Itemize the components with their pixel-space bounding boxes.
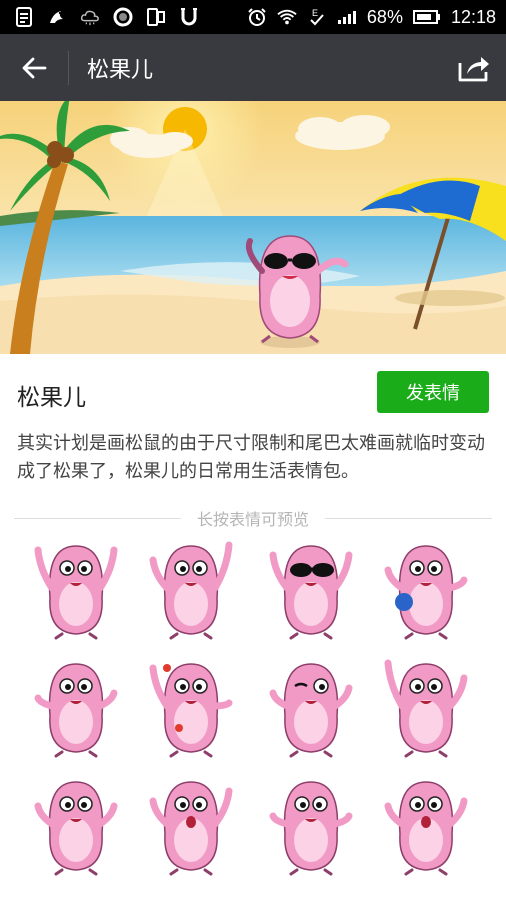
- tablet-icon: [146, 7, 166, 27]
- sticker-shrug[interactable]: [26, 776, 126, 876]
- sticker-thumbs-up[interactable]: [261, 776, 361, 876]
- preview-hint: 长按表情可预览: [14, 506, 493, 530]
- sticker-sunglasses[interactable]: [261, 540, 361, 640]
- sticker-wave[interactable]: [26, 540, 126, 640]
- sticker-surprised[interactable]: [141, 776, 241, 876]
- sticker-flowers[interactable]: [141, 658, 241, 758]
- app-bar: 松果儿: [0, 34, 506, 101]
- wifi-icon: [277, 7, 297, 27]
- pack-title: 松果儿: [17, 385, 86, 411]
- circle-icon: [113, 7, 133, 27]
- u-icon: [179, 7, 199, 27]
- hint-divider-right: [325, 517, 493, 519]
- svg-text:E: E: [312, 8, 318, 18]
- document-icon: [14, 7, 34, 27]
- hint-divider-left: [14, 517, 181, 519]
- cloud-icon: [80, 7, 100, 27]
- clock: 12:18: [450, 6, 496, 27]
- banner-image: [0, 101, 506, 354]
- battery-percent: 68%: [366, 6, 403, 27]
- sticker-thinking[interactable]: [26, 658, 126, 758]
- alarm-icon: [247, 7, 267, 27]
- share-button[interactable]: [442, 34, 506, 101]
- page-title: 松果儿: [87, 57, 154, 83]
- bird-icon: [47, 7, 67, 27]
- back-button[interactable]: [0, 34, 68, 101]
- hint-text: 长按表情可预览: [197, 510, 310, 529]
- data-check-icon: E: [307, 7, 327, 27]
- sticker-worried[interactable]: [376, 776, 476, 876]
- pack-description: 其实计划是画松鼠的由于尺寸限制和尾巴太难画就临时变动成了松果了，松果儿的日常用生…: [17, 433, 485, 482]
- sticker-wink[interactable]: [261, 658, 361, 758]
- notification-icons: [0, 7, 199, 27]
- share-icon: [458, 56, 489, 81]
- system-icons: E 68% 12:18: [247, 7, 506, 28]
- send-sticker-button[interactable]: 发表情: [377, 371, 489, 413]
- battery-icon: [412, 7, 441, 27]
- sticker-holding-ball[interactable]: [376, 540, 476, 640]
- status-bar: E 68% 12:18: [0, 0, 506, 34]
- arrow-left-icon: [22, 57, 47, 78]
- sticker-cheer[interactable]: [141, 540, 241, 640]
- signal-icon: [337, 7, 357, 27]
- sticker-pointing[interactable]: [376, 658, 476, 758]
- app-bar-divider: [68, 50, 69, 85]
